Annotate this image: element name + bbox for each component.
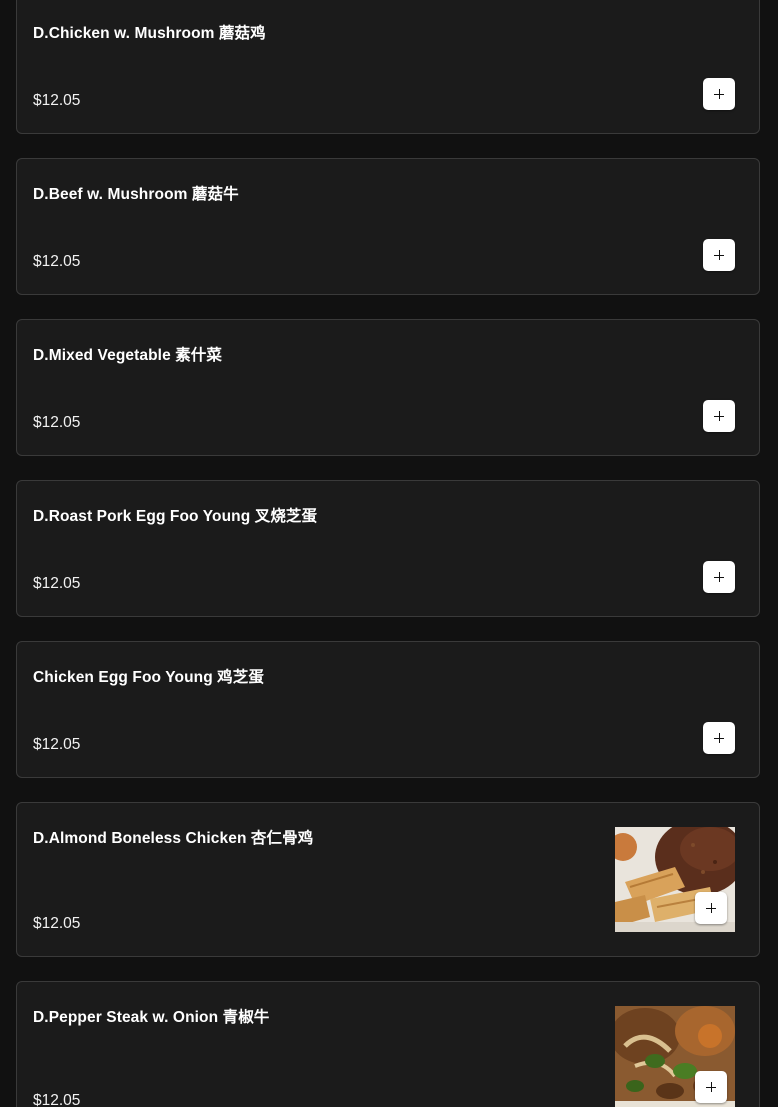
plus-icon [714, 733, 724, 743]
menu-item-image[interactable] [615, 827, 735, 932]
menu-item-card[interactable]: D.Pepper Steak w. Onion 青椒牛 $12.05 [16, 981, 760, 1107]
plus-icon [714, 411, 724, 421]
menu-item-price: $12.05 [33, 736, 81, 753]
menu-item-price: $12.05 [33, 575, 81, 592]
menu-item-name: D.Mixed Vegetable 素什菜 [33, 347, 223, 364]
menu-item-card[interactable]: D.Beef w. Mushroom 蘑菇牛 $12.05 [16, 158, 760, 295]
plus-icon [714, 89, 724, 99]
menu-item-price: $12.05 [33, 414, 81, 431]
plus-icon [714, 572, 724, 582]
menu-item-name: D.Chicken w. Mushroom 蘑菇鸡 [33, 25, 266, 42]
menu-item-price: $12.05 [33, 1092, 81, 1107]
add-to-cart-button[interactable] [703, 722, 735, 754]
menu-item-name: Chicken Egg Foo Young 鸡芝蛋 [33, 669, 264, 686]
add-to-cart-button[interactable] [695, 892, 727, 924]
plus-icon [706, 1082, 716, 1092]
menu-item-price: $12.05 [33, 92, 81, 109]
plus-icon [706, 903, 716, 913]
menu-item-name: D.Almond Boneless Chicken 杏仁骨鸡 [33, 830, 314, 847]
menu-item-price: $12.05 [33, 915, 81, 932]
menu-item-card[interactable]: D.Almond Boneless Chicken 杏仁骨鸡 $12.05 [16, 802, 760, 957]
menu-item-name: D.Roast Pork Egg Foo Young 叉烧芝蛋 [33, 508, 318, 525]
add-to-cart-button[interactable] [695, 1071, 727, 1103]
menu-item-image[interactable] [615, 1006, 735, 1107]
menu-item-card[interactable]: D.Mixed Vegetable 素什菜 $12.05 [16, 319, 760, 456]
menu-item-card[interactable]: D.Roast Pork Egg Foo Young 叉烧芝蛋 $12.05 [16, 480, 760, 617]
menu-item-card[interactable]: D.Chicken w. Mushroom 蘑菇鸡 $12.05 [16, 0, 760, 134]
add-to-cart-button[interactable] [703, 400, 735, 432]
menu-item-list: D.Chicken w. Mushroom 蘑菇鸡 $12.05 D.Beef … [0, 0, 778, 1107]
plus-icon [714, 250, 724, 260]
menu-item-card[interactable]: Chicken Egg Foo Young 鸡芝蛋 $12.05 [16, 641, 760, 778]
menu-item-name: D.Beef w. Mushroom 蘑菇牛 [33, 186, 239, 203]
menu-item-name: D.Pepper Steak w. Onion 青椒牛 [33, 1009, 270, 1026]
add-to-cart-button[interactable] [703, 78, 735, 110]
menu-item-price: $12.05 [33, 253, 81, 270]
add-to-cart-button[interactable] [703, 561, 735, 593]
add-to-cart-button[interactable] [703, 239, 735, 271]
